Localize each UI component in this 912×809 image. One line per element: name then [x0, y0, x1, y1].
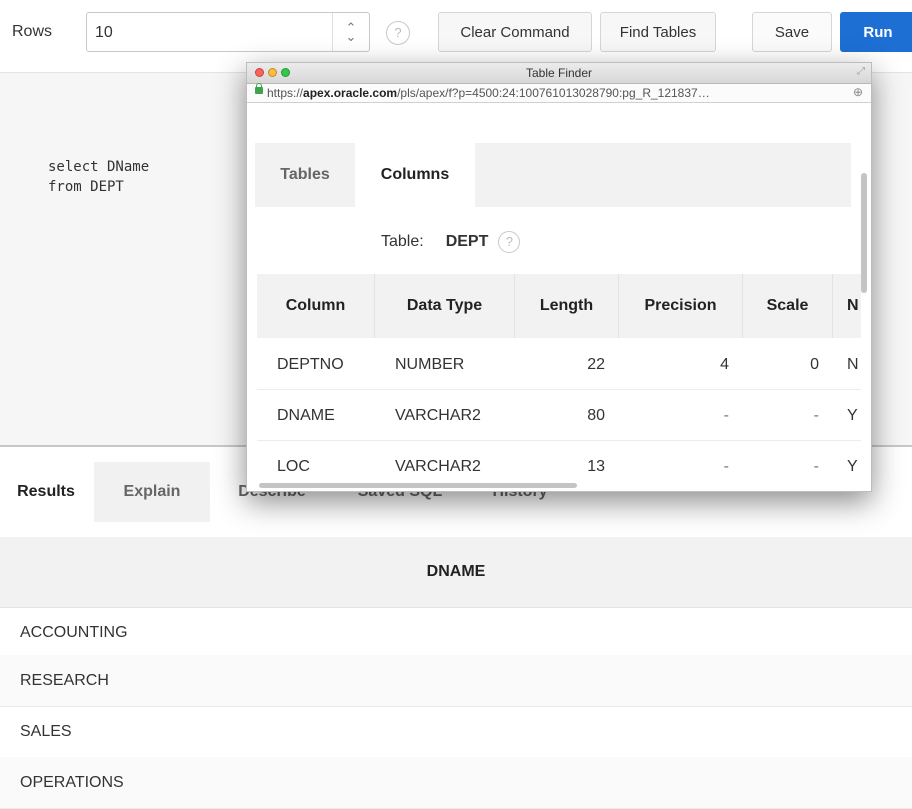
- results-column-header[interactable]: DNAME: [0, 537, 912, 608]
- cell-scale: 0: [743, 340, 833, 390]
- save-button[interactable]: Save: [752, 12, 832, 52]
- finder-tab-bar: Tables Columns: [255, 143, 851, 207]
- table-finder-window: Table Finder ⤢ https://apex.oracle.com/p…: [246, 62, 872, 492]
- help-icon[interactable]: ?: [386, 21, 410, 45]
- window-title: Table Finder: [525, 66, 593, 80]
- window-titlebar[interactable]: Table Finder ⤢: [247, 63, 871, 84]
- cell-data-type: VARCHAR2: [375, 442, 515, 481]
- column-header-nullable[interactable]: N: [833, 274, 861, 338]
- cell-scale: -: [743, 391, 833, 441]
- column-header-precision[interactable]: Precision: [619, 274, 743, 338]
- tab-results[interactable]: Results: [0, 462, 92, 522]
- run-button[interactable]: Run: [840, 12, 912, 52]
- cell-data-type: VARCHAR2: [375, 391, 515, 441]
- column-header-length[interactable]: Length: [515, 274, 619, 338]
- lock-icon: [255, 83, 263, 94]
- url-path: /pls/apex/f?p=4500:24:100761013028790:pg…: [397, 86, 710, 100]
- cell-nullable: Y: [833, 391, 861, 441]
- row-value: OPERATIONS: [20, 773, 124, 791]
- cell-precision: -: [619, 391, 743, 441]
- cell-nullable: N: [833, 340, 861, 390]
- cell-data-type: NUMBER: [375, 340, 515, 390]
- vertical-scrollbar[interactable]: [861, 173, 867, 293]
- tab-explain[interactable]: Explain: [94, 462, 210, 522]
- sql-code[interactable]: select DName from DEPT: [48, 157, 149, 197]
- zoom-icon[interactable]: ⊕: [853, 85, 863, 99]
- clear-command-button[interactable]: Clear Command: [438, 12, 592, 52]
- table-row: RESEARCH: [0, 655, 912, 707]
- chevron-down-icon[interactable]: ⌄: [346, 30, 357, 43]
- tab-columns[interactable]: Columns: [355, 143, 475, 207]
- cell-scale: -: [743, 442, 833, 481]
- column-header-data-type[interactable]: Data Type: [375, 274, 515, 338]
- rows-stepper[interactable]: ⌃ ⌄: [332, 13, 369, 51]
- column-header-scale[interactable]: Scale: [743, 274, 833, 338]
- url-text: https://apex.oracle.com/pls/apex/f?p=450…: [267, 86, 710, 100]
- sql-line-2: from DEPT: [48, 179, 124, 195]
- cell-column: DNAME: [257, 391, 375, 441]
- column-header-column[interactable]: Column: [257, 274, 375, 338]
- rows-label: Rows: [12, 23, 53, 40]
- sql-line-1: select DName: [48, 159, 150, 175]
- expand-icon[interactable]: ⤢: [857, 66, 865, 77]
- table-info: Table: DEPT?: [381, 231, 521, 253]
- row-value: ACCOUNTING: [20, 623, 128, 641]
- url-host: apex.oracle.com: [303, 86, 398, 100]
- cell-precision: -: [619, 442, 743, 481]
- cell-column: DEPTNO: [257, 340, 375, 390]
- help-icon[interactable]: ?: [498, 231, 521, 253]
- row-value: SALES: [20, 722, 72, 740]
- address-bar[interactable]: https://apex.oracle.com/pls/apex/f?p=450…: [247, 83, 871, 103]
- url-scheme: https://: [267, 86, 304, 100]
- cell-length: 13: [515, 442, 619, 481]
- table-label: Table:: [381, 233, 424, 251]
- cell-length: 80: [515, 391, 619, 441]
- table-row: ACCOUNTING: [0, 607, 912, 659]
- cell-nullable: Y: [833, 442, 861, 481]
- horizontal-scrollbar[interactable]: [259, 483, 577, 488]
- cell-column: LOC: [257, 442, 375, 481]
- rows-input-value: 10: [95, 24, 113, 41]
- table-name: DEPT: [445, 233, 489, 251]
- tab-tables[interactable]: Tables: [255, 143, 355, 207]
- table-row: SALES: [0, 706, 912, 758]
- cell-precision: 4: [619, 340, 743, 390]
- table-row: OPERATIONS: [0, 757, 912, 809]
- find-tables-button[interactable]: Find Tables: [600, 12, 716, 52]
- table-finder-content: Tables Columns Table: DEPT? Column Data T…: [247, 103, 861, 481]
- cell-length: 22: [515, 340, 619, 390]
- rows-input[interactable]: 10 ⌃ ⌄: [86, 12, 370, 52]
- row-value: RESEARCH: [20, 671, 109, 689]
